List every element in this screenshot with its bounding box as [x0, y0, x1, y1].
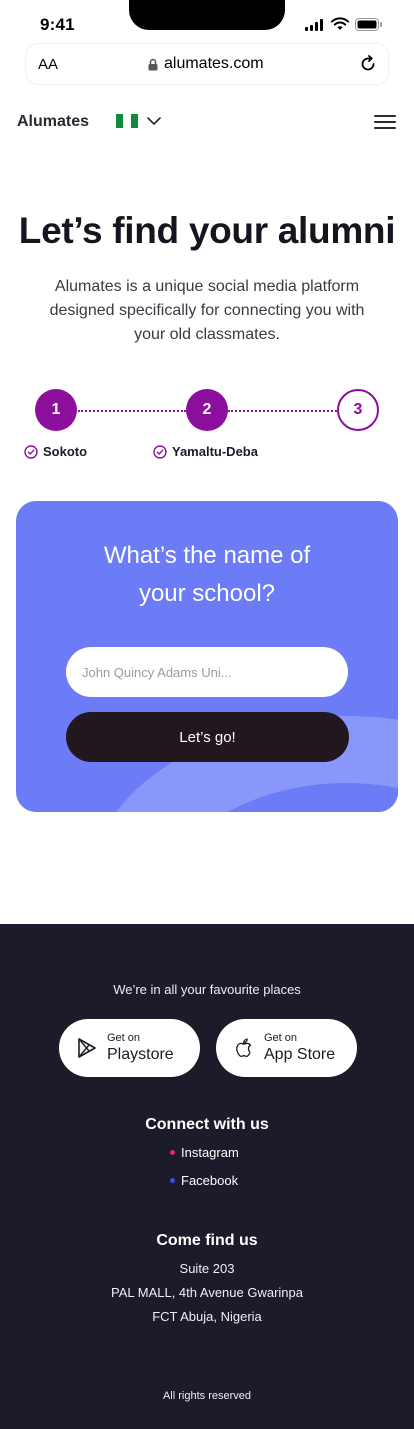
step-2-circle[interactable]: 2	[186, 389, 228, 431]
step-1-label: Sokoto	[24, 444, 87, 459]
app-store-button[interactable]: Get on App Store	[216, 1019, 357, 1077]
address-line: FCT Abuja, Nigeria	[152, 1309, 262, 1324]
step-1-circle[interactable]: 1	[35, 389, 77, 431]
text-size-button[interactable]: AA	[38, 56, 58, 73]
battery-icon	[355, 18, 382, 31]
school-name-input[interactable]	[66, 647, 348, 697]
school-question-line1: What’s the name of	[103, 542, 311, 569]
page-title: Let’s find your alumni	[18, 210, 396, 251]
school-question: What’s the name of your school?	[16, 537, 398, 613]
footer: We’re in all your favourite places Get o…	[0, 924, 414, 1429]
instagram-label[interactable]: Instagram	[181, 1145, 239, 1160]
check-circle-icon	[153, 444, 167, 459]
instagram-dot-icon	[170, 1150, 175, 1155]
nigeria-flag-icon[interactable]	[116, 114, 138, 128]
connect-heading: Connect with us	[145, 1116, 269, 1133]
step-3-circle[interactable]: 3	[337, 389, 379, 431]
facebook-dot-icon	[170, 1178, 175, 1183]
status-bar: 9:41	[0, 0, 414, 44]
lock-icon	[148, 58, 158, 71]
reload-icon[interactable]	[359, 55, 377, 73]
play-store-icon	[78, 1038, 96, 1058]
facebook-label[interactable]: Facebook	[181, 1173, 238, 1188]
device-notch	[129, 0, 285, 30]
step-2-label: Yamaltu-Deba	[153, 444, 258, 459]
rights-reserved: All rights reserved	[162, 1390, 252, 1402]
cellular-signal-icon	[305, 19, 323, 31]
step-connector	[228, 410, 337, 412]
status-time: 9:41	[40, 15, 75, 34]
playstore-label: Playstore	[107, 1045, 174, 1063]
school-question-line2: your school?	[138, 580, 276, 607]
facebook-link[interactable]: Facebook	[170, 1173, 238, 1188]
find-us-heading: Come find us	[156, 1232, 258, 1249]
url-domain[interactable]: alumates.com	[164, 55, 264, 73]
hamburger-menu-icon[interactable]	[374, 115, 396, 129]
address-line: PAL MALL, 4th Avenue Gwarinpa	[111, 1285, 303, 1300]
apple-icon	[236, 1038, 252, 1058]
step-label-text: Yamaltu-Deba	[172, 444, 258, 459]
address-line: Suite 203	[179, 1261, 235, 1276]
lets-go-button[interactable]: Let’s go!	[66, 712, 349, 762]
brand-logo-text[interactable]: Alumates	[17, 113, 89, 131]
wifi-icon	[331, 17, 349, 30]
appstore-small-label: Get on	[264, 1031, 298, 1044]
check-circle-icon	[24, 444, 38, 459]
instagram-link[interactable]: Instagram	[170, 1145, 239, 1160]
step-connector	[78, 410, 186, 412]
playstore-small-label: Get on	[107, 1031, 141, 1044]
footer-tagline: We’re in all your favourite places	[113, 982, 301, 997]
step-label-text: Sokoto	[43, 444, 88, 459]
playstore-button[interactable]: Get on Playstore	[59, 1019, 200, 1077]
school-search-card: What’s the name of your school? Let’s go…	[16, 501, 398, 812]
page-subtitle: Alumates is a unique social media platfo…	[49, 278, 365, 343]
chevron-down-icon[interactable]	[146, 115, 162, 127]
appstore-label: App Store	[264, 1045, 336, 1063]
